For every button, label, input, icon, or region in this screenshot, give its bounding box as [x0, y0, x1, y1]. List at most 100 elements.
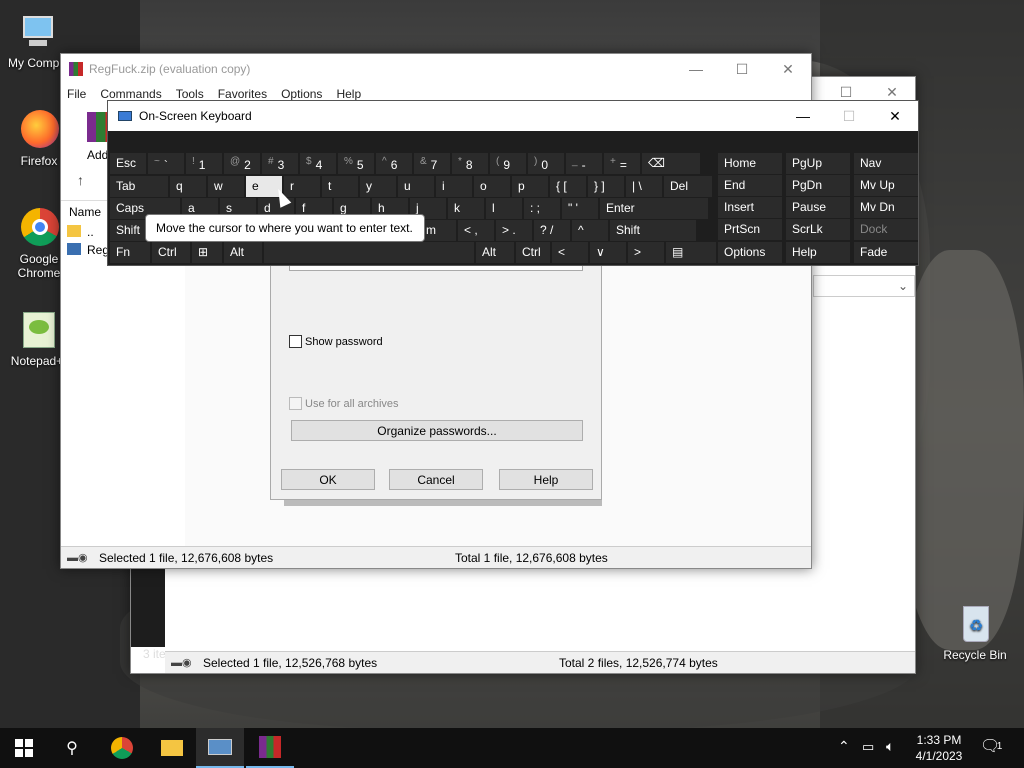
- volume-icon[interactable]: 🔈︎: [886, 738, 894, 755]
- key-alt[interactable]: Alt: [476, 242, 514, 263]
- menu-help[interactable]: Help: [336, 87, 361, 101]
- menu-options[interactable]: Options: [281, 87, 322, 101]
- key[interactable]: k: [448, 198, 484, 219]
- taskbar-winrar[interactable]: [246, 728, 294, 768]
- key[interactable]: #3: [262, 153, 298, 174]
- key[interactable]: p: [512, 176, 548, 197]
- key-ctrl[interactable]: Ctrl: [152, 242, 190, 263]
- key-menu[interactable]: ▤: [666, 242, 716, 263]
- key-windows[interactable]: ⊞: [192, 242, 222, 263]
- key[interactable]: < ,: [458, 220, 494, 241]
- key-space[interactable]: [264, 242, 474, 263]
- key[interactable]: ^: [572, 220, 608, 241]
- menu-favorites[interactable]: Favorites: [218, 87, 267, 101]
- taskbar-file-explorer[interactable]: [148, 728, 196, 768]
- show-password-checkbox[interactable]: Show password: [289, 335, 383, 348]
- key[interactable]: t: [322, 176, 358, 197]
- key[interactable]: (9: [490, 153, 526, 174]
- key[interactable]: r: [284, 176, 320, 197]
- key-prtscn[interactable]: PrtScn: [718, 219, 782, 240]
- clock[interactable]: 1:33 PM 4/1/2023: [912, 732, 966, 764]
- key-pgdn[interactable]: PgDn: [786, 175, 850, 196]
- key-help[interactable]: Help: [786, 242, 850, 263]
- key[interactable]: : ;: [524, 198, 560, 219]
- key[interactable]: $4: [300, 153, 336, 174]
- key-esc[interactable]: Esc: [110, 153, 146, 174]
- key[interactable]: } ]: [588, 176, 624, 197]
- key[interactable]: w: [208, 176, 244, 197]
- key[interactable]: + =: [604, 153, 640, 174]
- menu-file[interactable]: File: [67, 87, 86, 101]
- key[interactable]: y: [360, 176, 396, 197]
- maximize-icon[interactable]: ☐: [719, 54, 765, 84]
- key-shift[interactable]: Shift: [610, 220, 696, 241]
- up-arrow-icon[interactable]: ↑: [77, 172, 84, 188]
- menu-commands[interactable]: Commands: [100, 87, 161, 101]
- close-icon[interactable]: ✕: [765, 54, 811, 84]
- taskbar-osk[interactable]: [196, 728, 244, 768]
- key-right[interactable]: >: [628, 242, 664, 263]
- key-backspace[interactable]: ⌫: [642, 153, 700, 174]
- key[interactable]: l: [486, 198, 522, 219]
- minimize-icon[interactable]: —: [780, 101, 826, 131]
- key-down[interactable]: ∨: [590, 242, 626, 263]
- taskbar-chrome[interactable]: [98, 728, 146, 768]
- key[interactable]: | \: [626, 176, 662, 197]
- key[interactable]: u: [398, 176, 434, 197]
- key[interactable]: ) 0: [528, 153, 564, 174]
- key-home[interactable]: Home: [718, 153, 782, 174]
- network-icon[interactable]: ▭: [862, 739, 874, 755]
- minimize-icon[interactable]: —: [673, 54, 719, 84]
- key[interactable]: o: [474, 176, 510, 197]
- key[interactable]: m: [420, 220, 456, 241]
- help-button[interactable]: Help: [499, 469, 593, 490]
- key-scrlk[interactable]: ScrLk: [786, 219, 850, 240]
- key[interactable]: q: [170, 176, 206, 197]
- key-dock[interactable]: Dock: [854, 219, 918, 240]
- key-enter[interactable]: Enter: [600, 198, 708, 219]
- maximize-icon[interactable]: ☐: [826, 101, 872, 131]
- notification-button[interactable]: 🗨︎ 1: [980, 736, 1010, 756]
- key[interactable]: _ -: [566, 153, 602, 174]
- key-ctrl[interactable]: Ctrl: [516, 242, 550, 263]
- key-mv-up[interactable]: Mv Up: [854, 175, 918, 196]
- menu-tools[interactable]: Tools: [176, 87, 204, 101]
- key[interactable]: & 7: [414, 153, 450, 174]
- key[interactable]: " ': [562, 198, 598, 219]
- chevron-up-icon[interactable]: ⌃: [838, 738, 850, 755]
- search-button[interactable]: ⚲: [48, 728, 96, 768]
- key[interactable]: { [: [550, 176, 586, 197]
- key-end[interactable]: End: [718, 175, 782, 196]
- desktop-icon-recycle-bin[interactable]: ♻ Recycle Bin: [940, 602, 1010, 662]
- key[interactable]: i: [436, 176, 472, 197]
- list-item[interactable]: ..: [67, 225, 94, 239]
- use-for-all-checkbox[interactable]: Use for all archives: [289, 397, 399, 410]
- key[interactable]: > .: [496, 220, 532, 241]
- key[interactable]: % 5: [338, 153, 374, 174]
- key[interactable]: ~ `: [148, 153, 184, 174]
- key-del[interactable]: Del: [664, 176, 712, 197]
- organize-passwords-button[interactable]: Organize passwords...: [291, 420, 583, 441]
- key-fn[interactable]: Fn: [110, 242, 150, 263]
- key-pgup[interactable]: PgUp: [786, 153, 850, 174]
- key[interactable]: @2: [224, 153, 260, 174]
- key-nav[interactable]: Nav: [854, 153, 918, 174]
- key[interactable]: ^ 6: [376, 153, 412, 174]
- start-button[interactable]: [0, 728, 48, 768]
- key-tab[interactable]: Tab: [110, 176, 168, 197]
- key-left[interactable]: <: [552, 242, 588, 263]
- key-insert[interactable]: Insert: [718, 197, 782, 218]
- password-dialog[interactable]: Show password Use for all archives Organ…: [270, 258, 602, 500]
- ok-button[interactable]: OK: [281, 469, 375, 490]
- key-pause[interactable]: Pause: [786, 197, 850, 218]
- close-icon[interactable]: ✕: [872, 101, 918, 131]
- key-mv-dn[interactable]: Mv Dn: [854, 197, 918, 218]
- cancel-button[interactable]: Cancel: [389, 469, 483, 490]
- key-fade[interactable]: Fade: [854, 242, 918, 263]
- key[interactable]: ! 1: [186, 153, 222, 174]
- key-options[interactable]: Options: [718, 242, 782, 263]
- key[interactable]: ? /: [534, 220, 570, 241]
- key[interactable]: * 8: [452, 153, 488, 174]
- column-header-name[interactable]: Name: [69, 205, 101, 219]
- key-alt[interactable]: Alt: [224, 242, 262, 263]
